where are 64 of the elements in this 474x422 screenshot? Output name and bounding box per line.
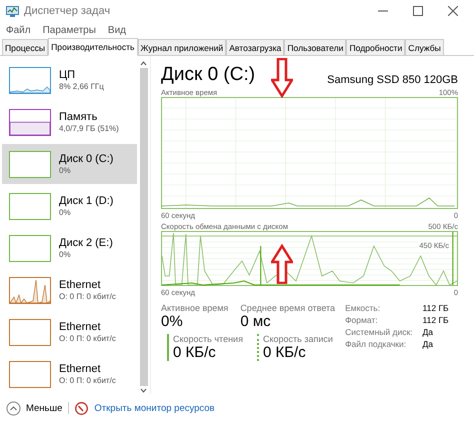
device-detail: О: 0 П: 0 кбит/с (59, 334, 116, 343)
stat-value: 0 КБ/с (262, 344, 307, 361)
sidebar-item[interactable]: Ethernet О: 0 П: 0 кбит/с (2, 354, 137, 394)
device-detail: 0% (59, 250, 72, 259)
up-arrow-icon (271, 244, 293, 284)
tab[interactable]: Производительность (48, 38, 138, 56)
device-name: Ethernet (59, 279, 102, 291)
sidebar-item[interactable]: Ethernet О: 0 П: 0 кбит/с (2, 312, 137, 352)
stat-value: 0 КБ/с (173, 344, 217, 361)
property-value: 112 ГБ (422, 303, 449, 313)
property-value: Да (422, 339, 434, 349)
down-arrow-icon (271, 58, 293, 98)
property-value: 112 ГБ (422, 315, 449, 325)
stat-value: 0 мс (240, 313, 272, 330)
device-detail: 4,0/7,9 ГБ (51%) (59, 124, 119, 133)
property-label: Файл подкачки: (345, 339, 408, 349)
device-detail: 0% (59, 208, 72, 217)
sidebar-item[interactable]: Диск 2 (E:) 0% (2, 228, 137, 268)
stat-label: Среднее время ответа (240, 303, 336, 313)
sidebar-item[interactable]: ЦП 8% 2,66 ГГц (2, 60, 137, 100)
app-icon (6, 6, 19, 16)
device-detail: 8% 2,66 ГГц (59, 82, 104, 91)
sidebar-item[interactable]: Диск 0 (C:) 0% (2, 144, 137, 184)
chevron-up-icon (6, 400, 21, 416)
tab[interactable]: Процессы (2, 39, 48, 55)
scroll-up-icon[interactable] (140, 60, 147, 66)
sidebar-item[interactable]: Диск 1 (D:) 0% (2, 186, 137, 226)
stat-value: 0% (161, 313, 184, 330)
property-label: Формат: (345, 315, 379, 325)
stat-label: Скорость чтения (173, 334, 243, 344)
menu-item[interactable]: Файл (6, 24, 31, 36)
close-icon (448, 6, 458, 16)
fewer-details-button[interactable]: Меньше (6, 400, 62, 416)
disk-model: Samsung SSD 850 120GB (327, 74, 458, 86)
menu-item[interactable]: Параметры (42, 24, 96, 36)
sidebar-item[interactable]: Память 4,0/7,9 ГБ (51%) (2, 102, 137, 142)
property-label: Системный диск: (345, 327, 413, 337)
device-name: Ethernet (59, 363, 102, 375)
device-detail: О: 0 П: 0 кбит/с (59, 376, 116, 385)
device-detail: О: 0 П: 0 кбит/с (59, 292, 116, 301)
tab[interactable]: Подробности (346, 39, 406, 55)
device-name: Диск 0 (C:) (59, 153, 114, 165)
tab[interactable]: Автозагрузка (226, 39, 284, 55)
maximize-icon (413, 6, 423, 16)
device-name: ЦП (59, 69, 76, 81)
window-title: Диспетчер задач (24, 5, 112, 17)
device-name: Диск 1 (D:) (59, 195, 114, 207)
tab[interactable]: Пользователи (284, 39, 346, 55)
disk-title: Диск 0 (C:) (161, 64, 256, 86)
device-detail: 0% (59, 166, 72, 175)
device-name: Ethernet (59, 321, 102, 333)
scroll-down-icon[interactable] (140, 388, 147, 394)
stat-label: Активное время (161, 303, 228, 313)
tab[interactable]: Службы (405, 39, 444, 55)
sidebar-item[interactable]: Ethernet О: 0 П: 0 кбит/с (2, 270, 137, 310)
resource-monitor-icon (75, 402, 88, 414)
menu-item[interactable]: Вид (108, 24, 126, 36)
property-label: Емкость: (345, 303, 382, 313)
stat-label: Скорость записи (262, 334, 333, 344)
device-name: Память (59, 111, 98, 123)
device-name: Диск 2 (E:) (59, 237, 113, 249)
resource-monitor-link[interactable]: Открыть монитор ресурсов (94, 402, 215, 414)
tab[interactable]: Журнал приложений (138, 39, 226, 55)
property-value: Да (422, 327, 434, 337)
